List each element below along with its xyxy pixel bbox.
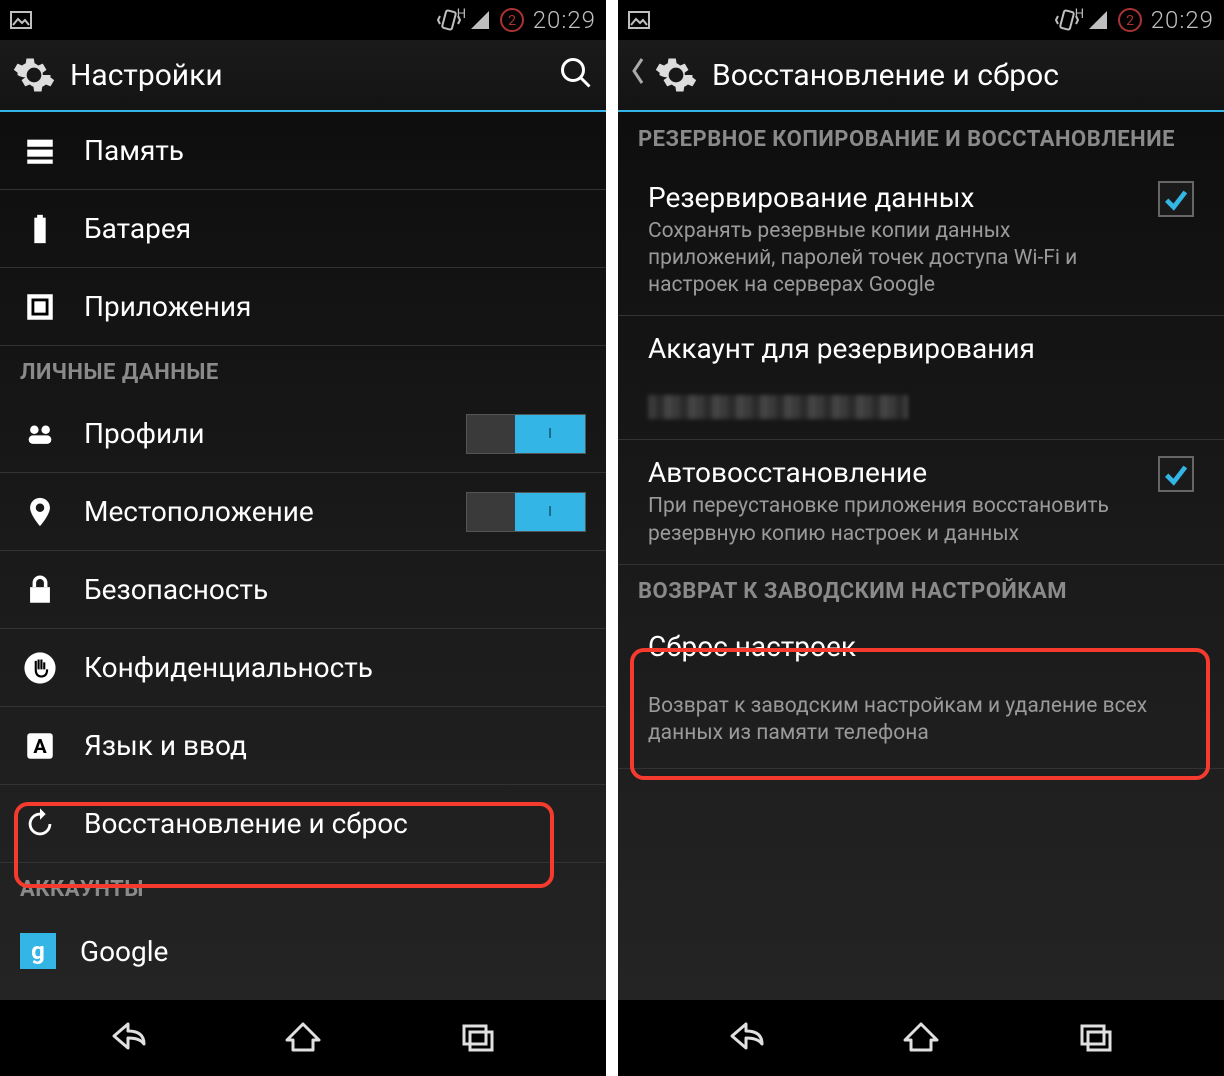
nav-home[interactable] <box>897 1016 945 1060</box>
settings-list: Память Батарея Приложения ЛИЧНЫЕ ДАННЫЕ <box>0 112 606 1000</box>
status-bar: H 2 20:29 <box>618 0 1224 40</box>
item-google[interactable]: g Google <box>0 912 606 990</box>
location-toggle[interactable]: I <box>466 492 586 532</box>
item-label: Автовосстановление <box>648 456 1124 489</box>
item-label: Память <box>84 134 586 167</box>
nav-bar <box>0 1000 606 1076</box>
backup-data-checkbox[interactable] <box>1158 181 1194 217</box>
item-label: Конфиденциальность <box>84 651 586 684</box>
section-backup: РЕЗЕРВНОЕ КОПИРОВАНИЕ И ВОССТАНОВЛЕНИЕ <box>618 112 1224 165</box>
item-factory-reset[interactable]: Сброс настроек Возврат к заводским настр… <box>618 614 1224 769</box>
nav-bar <box>618 1000 1224 1076</box>
item-label: Профили <box>84 417 442 450</box>
item-label: Резервирование данных <box>648 181 1124 214</box>
phone-left: H 2 20:29 Настройки Память <box>0 0 606 1076</box>
item-backup-account[interactable]: Аккаунт для резервирования <box>618 316 1224 440</box>
signal-icon: H <box>1087 9 1109 31</box>
battery-saver-icon: 2 <box>499 7 525 33</box>
item-sub: Возврат к заводским настройкам и удалени… <box>648 693 1194 748</box>
item-label: Google <box>80 935 586 968</box>
nav-recent[interactable] <box>454 1016 502 1060</box>
item-backup-data[interactable]: Резервирование данных Сохранять резервны… <box>618 165 1224 317</box>
apps-icon <box>20 287 60 327</box>
item-location[interactable]: Местоположение I <box>0 473 606 551</box>
action-bar: Восстановление и сброс <box>618 40 1224 112</box>
item-sub: При переустановке приложения восстановит… <box>648 493 1124 548</box>
section-accounts: АККАУНТЫ <box>0 863 606 912</box>
hand-icon <box>20 648 60 688</box>
nav-back[interactable] <box>722 1016 770 1060</box>
search-icon[interactable] <box>558 55 594 95</box>
item-privacy[interactable]: Конфиденциальность <box>0 629 606 707</box>
status-clock: 20:29 <box>533 6 596 34</box>
item-label: Приложения <box>84 290 586 323</box>
battery-icon <box>20 209 60 249</box>
item-label: Язык и ввод <box>84 729 586 762</box>
section-factory: ВОЗВРАТ К ЗАВОДСКИМ НАСТРОЙКАМ <box>618 565 1224 614</box>
google-icon: g <box>20 933 56 969</box>
page-title: Настройки <box>70 58 544 93</box>
item-apps[interactable]: Приложения <box>0 268 606 346</box>
reset-list: РЕЗЕРВНОЕ КОПИРОВАНИЕ И ВОССТАНОВЛЕНИЕ Р… <box>618 112 1224 1000</box>
nav-back[interactable] <box>104 1016 152 1060</box>
back-caret-icon[interactable] <box>630 57 646 93</box>
item-storage[interactable]: Память <box>0 112 606 190</box>
language-icon: A <box>20 726 60 766</box>
item-security[interactable]: Безопасность <box>0 551 606 629</box>
item-sub: Сохранять резервные копии данных приложе… <box>648 218 1124 300</box>
status-bar: H 2 20:29 <box>0 0 606 40</box>
battery-saver-icon: 2 <box>1117 7 1143 33</box>
item-label: Восстановление и сброс <box>84 807 586 840</box>
item-backup-reset[interactable]: Восстановление и сброс <box>0 785 606 863</box>
item-battery[interactable]: Батарея <box>0 190 606 268</box>
section-personal: ЛИЧНЫЕ ДАННЫЕ <box>0 346 606 395</box>
item-label: Батарея <box>84 212 586 245</box>
screenshot-icon <box>10 11 32 29</box>
signal-icon: H <box>469 9 491 31</box>
svg-text:2: 2 <box>1126 13 1134 29</box>
page-title: Восстановление и сброс <box>712 58 1212 93</box>
item-profiles[interactable]: Профили I <box>0 395 606 473</box>
svg-text:A: A <box>33 735 47 758</box>
restore-icon <box>20 804 60 844</box>
item-label: Сброс настроек <box>648 630 856 663</box>
account-email-redacted <box>648 395 908 419</box>
item-auto-restore[interactable]: Автовосстановление При переустановке при… <box>618 440 1224 565</box>
item-language[interactable]: A Язык и ввод <box>0 707 606 785</box>
gear-icon <box>12 53 56 97</box>
item-label: Местоположение <box>84 495 442 528</box>
item-label: Безопасность <box>84 573 586 606</box>
gear-icon[interactable] <box>654 53 698 97</box>
lock-icon <box>20 570 60 610</box>
auto-restore-checkbox[interactable] <box>1158 456 1194 492</box>
status-clock: 20:29 <box>1151 6 1214 34</box>
screenshot-icon <box>628 11 650 29</box>
item-label: Аккаунт для резервирования <box>648 332 1035 365</box>
svg-text:2: 2 <box>508 13 516 29</box>
nav-home[interactable] <box>279 1016 327 1060</box>
phone-right: H 2 20:29 Восстановление и сброс РЕЗЕРВН… <box>618 0 1224 1076</box>
storage-icon <box>20 131 60 171</box>
profiles-toggle[interactable]: I <box>466 414 586 454</box>
nav-recent[interactable] <box>1072 1016 1120 1060</box>
profile-icon <box>20 414 60 454</box>
location-icon <box>20 492 60 532</box>
action-bar: Настройки <box>0 40 606 112</box>
